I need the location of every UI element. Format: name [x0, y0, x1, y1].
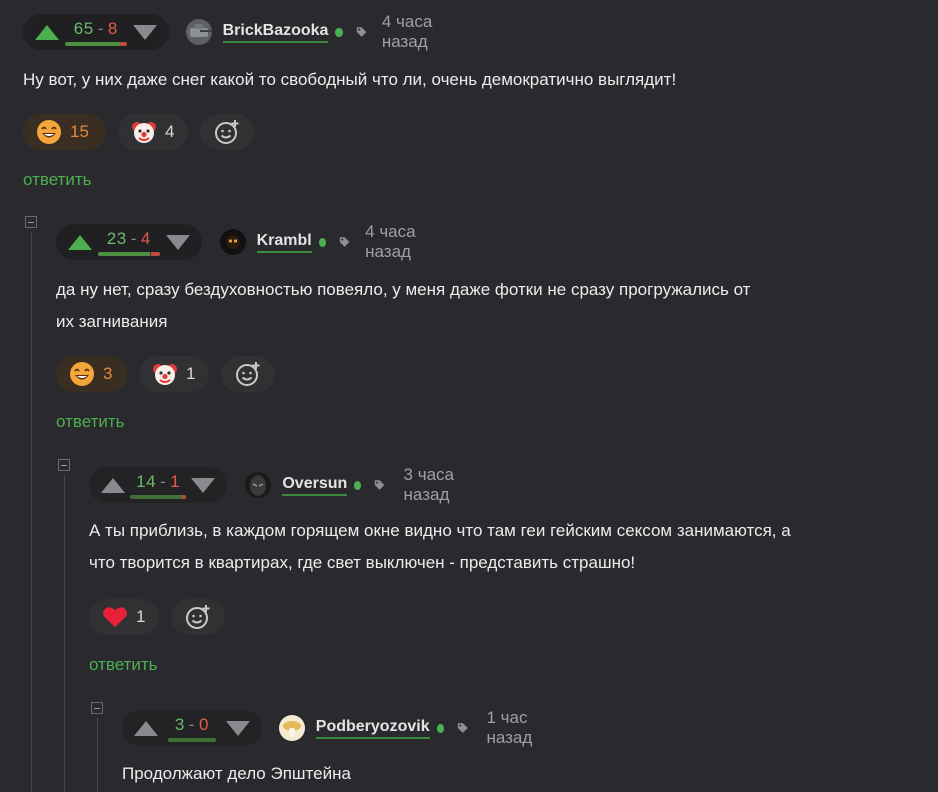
reaction-heart[interactable]: 1: [89, 599, 159, 635]
reaction-count: 3: [103, 364, 113, 383]
avatar[interactable]: [278, 715, 305, 741]
tag-icon[interactable]: [457, 721, 469, 735]
add-emoji-icon: [186, 605, 210, 629]
rating-minus: 8: [107, 18, 118, 38]
comment-header: 14-1 Oversun 3 часа назад: [89, 465, 484, 504]
add-reaction-button[interactable]: [221, 356, 275, 392]
reaction-count: 1: [136, 607, 146, 626]
author-name[interactable]: Oversun: [282, 475, 348, 496]
vote-widget: 14-1: [89, 467, 228, 503]
online-indicator: [354, 480, 362, 490]
reaction-laugh[interactable]: 3: [56, 356, 127, 392]
rating-bar: [97, 251, 160, 256]
reply-link[interactable]: ответить: [23, 170, 92, 190]
upvote-arrow-icon[interactable]: [35, 24, 59, 40]
downvote-arrow-icon[interactable]: [191, 477, 216, 493]
online-indicator: [335, 27, 343, 37]
comment-header: 3-0 Podberyozovik 1 час назад: [122, 708, 562, 747]
timestamp: 1 час назад: [486, 708, 533, 747]
rating-bar: [130, 494, 187, 499]
comment-text: А ты приблизь, в каждом горящем окне вид…: [89, 521, 791, 572]
reaction-clown[interactable]: 4: [118, 114, 188, 150]
add-emoji-icon: [215, 120, 239, 144]
comment-header: 65-8 BrickBazooka 4 часа назад: [23, 12, 463, 51]
vote-widget: 23-4: [56, 224, 202, 260]
timestamp: 4 часа назад: [381, 12, 433, 51]
rating-plus: 23: [106, 228, 127, 248]
add-emoji-icon: [236, 362, 260, 386]
comment-text: Ну вот, у них даже снег какой то свободн…: [23, 70, 677, 89]
clown-emoji-icon: [153, 364, 177, 385]
rating: 65-8: [64, 18, 127, 46]
avatar[interactable]: [245, 472, 272, 498]
vote-widget: 3-0: [122, 710, 262, 746]
reply-link[interactable]: ответить: [56, 412, 125, 432]
rating-minus: 4: [140, 228, 151, 248]
downvote-arrow-icon[interactable]: [132, 24, 157, 40]
comment-header: 23-4 Krambl 4 часа назад: [56, 222, 446, 261]
add-reaction-button[interactable]: [171, 599, 225, 635]
author-name[interactable]: BrickBazooka: [222, 22, 329, 43]
reaction-count: 4: [165, 122, 175, 141]
rating: 23-4: [97, 228, 160, 256]
reaction-clown[interactable]: 1: [139, 356, 209, 392]
collapse-toggle[interactable]: [91, 702, 103, 714]
rating-plus: 14: [136, 471, 157, 491]
author-name[interactable]: Podberyozovik: [315, 718, 430, 739]
avatar[interactable]: [219, 229, 246, 255]
rating-minus: 0: [198, 714, 209, 734]
rating: 14-1: [130, 471, 187, 499]
reactions: 3 1: [56, 356, 275, 392]
rating-minus: 1: [170, 471, 181, 491]
online-indicator: [436, 723, 444, 733]
tag-icon[interactable]: [356, 25, 367, 39]
upvote-arrow-icon[interactable]: [134, 720, 158, 736]
laugh-emoji-icon: [70, 362, 94, 386]
add-reaction-button[interactable]: [200, 114, 254, 150]
downvote-arrow-icon[interactable]: [225, 720, 250, 736]
upvote-arrow-icon[interactable]: [68, 234, 92, 250]
collapse-toggle[interactable]: [25, 216, 37, 228]
upvote-arrow-icon[interactable]: [101, 477, 125, 493]
heart-icon: [103, 607, 127, 627]
clown-emoji-icon: [132, 122, 156, 143]
collapse-toggle[interactable]: [58, 459, 70, 471]
author-name[interactable]: Krambl: [256, 232, 312, 253]
reply-link[interactable]: ответить: [89, 655, 158, 675]
rating-plus: 3: [174, 714, 185, 734]
timestamp: 4 часа назад: [365, 222, 416, 261]
rating-plus: 65: [73, 18, 94, 38]
reaction-count: 15: [70, 122, 89, 141]
thread-line: [97, 718, 98, 792]
comment-text: Продолжают дело Эпштейна: [122, 764, 351, 783]
tag-icon[interactable]: [339, 235, 350, 249]
rating: 3-0: [167, 714, 216, 742]
tag-icon[interactable]: [374, 478, 385, 492]
timestamp: 3 часа назад: [403, 465, 454, 504]
thread-line: [31, 232, 32, 792]
avatar[interactable]: [185, 19, 212, 45]
laugh-emoji-icon: [37, 120, 61, 144]
thread-line: [64, 475, 65, 792]
rating-bar: [64, 41, 127, 46]
vote-widget: 65-8: [23, 14, 169, 50]
comment-text: да ну нет, сразу бездуховностью повеяло,…: [56, 280, 751, 331]
online-indicator: [318, 237, 326, 247]
reactions: 15 4: [23, 114, 254, 150]
rating-bar: [167, 737, 216, 742]
reaction-count: 1: [186, 364, 196, 383]
reactions: 1: [89, 599, 225, 635]
downvote-arrow-icon[interactable]: [165, 234, 190, 250]
reaction-laugh[interactable]: 15: [23, 114, 106, 150]
